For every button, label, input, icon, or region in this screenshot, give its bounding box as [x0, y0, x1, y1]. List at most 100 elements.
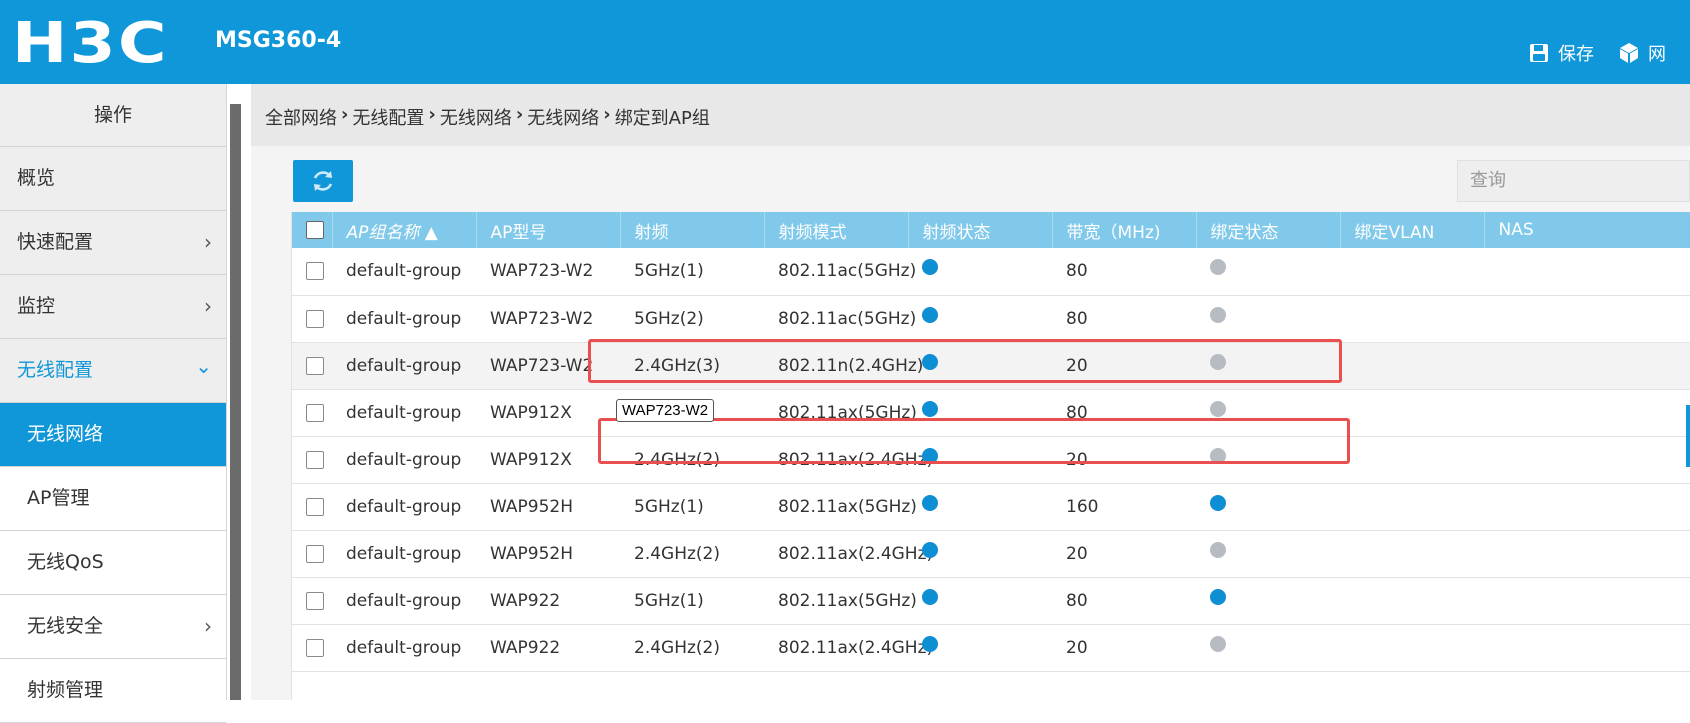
sidebar-item-overview[interactable]: 概览	[0, 147, 226, 211]
cell-nas	[1484, 436, 1690, 483]
table-row[interactable]: default-group WAP952H 5GHz(1) 802.11ax(5GHz…	[292, 483, 1690, 530]
row-checkbox[interactable]	[292, 530, 332, 577]
row-checkbox[interactable]	[292, 389, 332, 436]
sidebar-item-wireless-qos[interactable]: 无线QoS	[0, 531, 226, 595]
status-dot-icon	[922, 400, 938, 417]
cell-bind-status	[1196, 248, 1340, 295]
table-row[interactable]: default-group WAP723-W2 2.4GHz(3) 802.11n(2…	[292, 342, 1690, 389]
row-checkbox[interactable]	[292, 342, 332, 389]
checkbox[interactable]	[306, 638, 324, 657]
table-row[interactable]: default-group WAP922 2.4GHz(2) 802.11ax(2.4…	[292, 624, 1690, 671]
tooltip: WAP723-W2	[616, 399, 715, 422]
checkbox[interactable]	[306, 544, 324, 563]
column-header-group[interactable]: AP组名称 ▲	[332, 212, 477, 248]
sidebar-item-wireless-network[interactable]: 无线网络	[0, 403, 226, 467]
status-dot-icon	[922, 259, 938, 276]
save-button[interactable]: 保存	[1528, 40, 1594, 66]
table-row[interactable]: default-group WAP912X 2.4GHz(2) 802.11ax(2.…	[292, 436, 1690, 483]
table-row[interactable]: default-group WAP922 5GHz(1) 802.11ax(5GHz)…	[292, 577, 1690, 624]
sidebar-scrollbar[interactable]	[230, 104, 241, 700]
breadcrumb-item[interactable]: 无线配置	[352, 104, 424, 130]
sidebar-title: 操作	[0, 84, 226, 147]
column-header-bind-status[interactable]: 绑定状态	[1196, 212, 1341, 248]
cell-mode: 802.11ax(5GHz)	[778, 402, 917, 423]
checkbox[interactable]	[306, 450, 324, 469]
sidebar-item-radio-management[interactable]: 射频管理	[0, 659, 226, 723]
status-dot-icon	[1210, 447, 1226, 464]
cell-nas	[1484, 342, 1690, 389]
column-header-radio[interactable]: 射频	[620, 212, 765, 248]
column-header-radio-status[interactable]: 射频状态	[908, 212, 1053, 248]
cell-radio: 2.4GHz(2)	[634, 637, 720, 658]
cell-bind-status	[1196, 483, 1340, 530]
cell-model: WAP952H	[490, 543, 573, 564]
sidebar-item-quick-config[interactable]: 快速配置 ›	[0, 211, 226, 275]
column-header-bandwidth[interactable]: 带宽（MHz)	[1052, 212, 1197, 248]
sidebar-item-wireless-security[interactable]: 无线安全 ›	[0, 595, 226, 659]
column-header-vlan[interactable]: 绑定VLAN	[1340, 212, 1485, 248]
cell-radio-status	[908, 295, 1052, 342]
sidebar: 操作 概览 快速配置 › 监控 › 无线配置 ⌄ 无线网络 AP管理 无线QoS…	[0, 84, 227, 723]
cell-bandwidth: 20	[1066, 449, 1088, 470]
select-all-checkbox[interactable]	[292, 212, 333, 248]
cell-nas	[1484, 248, 1690, 295]
sidebar-item-wireless-config[interactable]: 无线配置 ⌄	[0, 339, 226, 403]
table-row[interactable]: default-group WAP952H 2.4GHz(2) 802.11ax(2.…	[292, 530, 1690, 577]
chevron-down-icon: ⌄	[195, 354, 212, 378]
cell-mode: 802.11ax(5GHz)	[778, 590, 917, 611]
device-model: MSG360-4	[215, 28, 342, 53]
checkbox[interactable]	[306, 591, 324, 610]
scroll-indicator[interactable]	[1686, 405, 1690, 467]
cell-radio: 5GHz(1)	[634, 496, 704, 517]
cell-mode: 802.11ax(2.4GHz)	[778, 449, 934, 470]
status-dot-icon	[1210, 400, 1226, 417]
cell-radio-status	[908, 483, 1052, 530]
status-dot-icon	[1210, 494, 1226, 511]
checkbox[interactable]	[306, 403, 324, 422]
row-checkbox[interactable]	[292, 624, 332, 671]
cell-group: default-group	[346, 637, 462, 658]
row-checkbox[interactable]	[292, 436, 332, 483]
cell-model: WAP723-W2	[490, 308, 594, 329]
column-header-mode[interactable]: 射频模式	[764, 212, 909, 248]
breadcrumb-item[interactable]: 无线网络	[440, 104, 512, 130]
cell-mode: 802.11ax(2.4GHz)	[778, 637, 934, 658]
table-row[interactable]: default-group WAP723-W2 5GHz(1) 802.11ac(5G…	[292, 248, 1690, 295]
checkbox[interactable]	[306, 497, 324, 516]
sidebar-item-ap-management[interactable]: AP管理	[0, 467, 226, 531]
cell-vlan	[1340, 577, 1484, 624]
checkbox[interactable]	[306, 262, 324, 281]
cell-radio-status	[908, 248, 1052, 295]
status-dot-icon	[922, 353, 938, 370]
cube-icon	[1620, 43, 1638, 63]
checkbox[interactable]	[306, 309, 324, 328]
cell-vlan	[1340, 248, 1484, 295]
cell-bandwidth: 160	[1066, 496, 1099, 517]
cell-radio: 5GHz(1)	[634, 261, 704, 282]
refresh-button[interactable]	[293, 160, 353, 202]
cell-bind-status	[1196, 624, 1340, 671]
sidebar-item-monitor[interactable]: 监控 ›	[0, 275, 226, 339]
network-button[interactable]: 网	[1618, 40, 1666, 66]
breadcrumb-item[interactable]: 无线网络	[527, 104, 599, 130]
cell-nas	[1484, 624, 1690, 671]
chevron-right-icon: ›	[204, 614, 212, 638]
cell-model: WAP912X	[490, 402, 572, 423]
row-checkbox[interactable]	[292, 577, 332, 624]
cell-bind-status	[1196, 389, 1340, 436]
column-header-model[interactable]: AP型号	[476, 212, 621, 248]
cell-vlan	[1340, 389, 1484, 436]
row-checkbox[interactable]	[292, 295, 332, 342]
status-dot-icon	[922, 588, 938, 605]
checkbox[interactable]	[306, 356, 324, 375]
table-row[interactable]: default-groupWAP912X5GHz(1)802.11ax(5GHz…	[292, 389, 1690, 436]
cell-nas	[1484, 389, 1690, 436]
column-header-nas[interactable]: NAS	[1484, 212, 1690, 248]
breadcrumb-item[interactable]: 全部网络	[265, 104, 337, 130]
cell-bandwidth: 80	[1066, 590, 1088, 611]
search-input[interactable]: 查询	[1457, 160, 1690, 202]
row-checkbox[interactable]	[292, 483, 332, 530]
row-checkbox[interactable]	[292, 248, 332, 295]
table-row[interactable]: default-group WAP723-W2 5GHz(2) 802.11ac(5G…	[292, 295, 1690, 342]
cell-nas	[1484, 577, 1690, 624]
